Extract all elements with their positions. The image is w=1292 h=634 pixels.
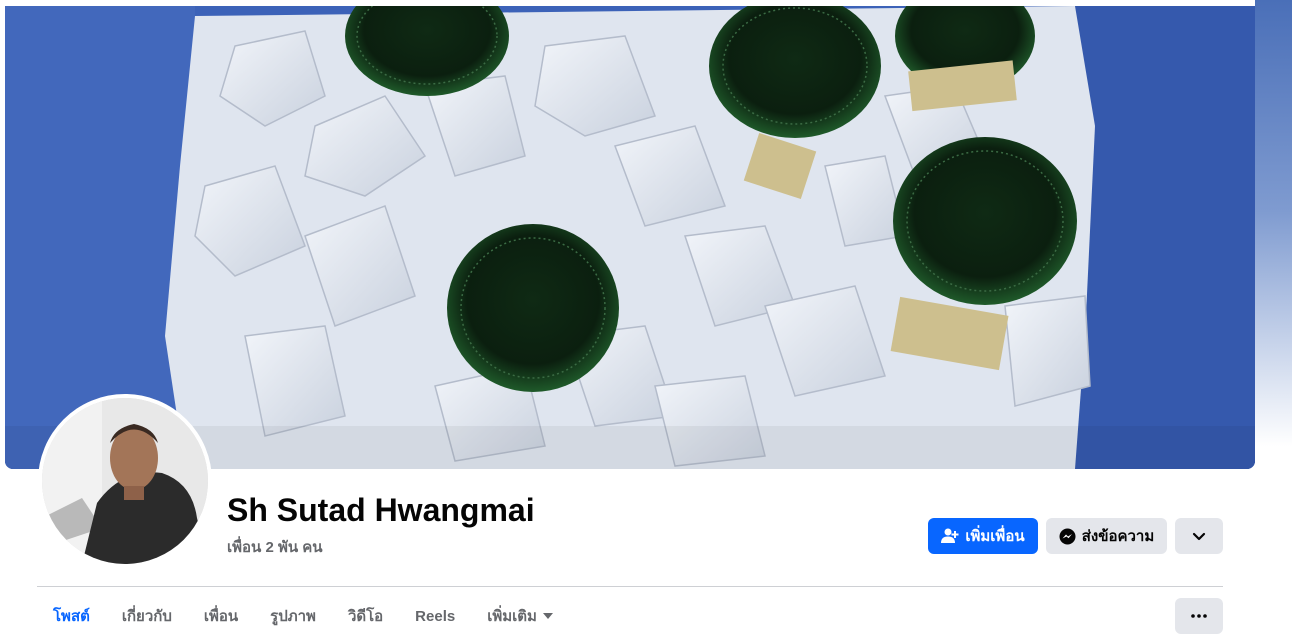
add-friend-label: เพิ่มเพื่อน	[965, 528, 1025, 545]
tab-posts[interactable]: โพสต์	[37, 598, 106, 634]
chevron-down-icon	[1192, 532, 1206, 541]
tab-videos[interactable]: วิดีโอ	[332, 598, 399, 634]
message-button[interactable]: ส่งข้อความ	[1046, 518, 1167, 554]
tab-friends[interactable]: เพื่อน	[188, 598, 254, 634]
profile-picture[interactable]	[42, 398, 208, 564]
tabs-more-options-button[interactable]	[1175, 598, 1223, 634]
caret-down-icon	[542, 613, 553, 619]
cover-photo[interactable]	[5, 6, 1255, 469]
profile-picture-frame[interactable]	[38, 394, 212, 568]
profile-tabs: โพสต์ เกี่ยวกับ เพื่อน รูปภาพ วิดีโอ Ree…	[37, 598, 569, 634]
tab-reels[interactable]: Reels	[399, 598, 471, 634]
add-friend-button[interactable]: เพิ่มเพื่อน	[928, 518, 1038, 554]
friends-count[interactable]: เพื่อน 2 พัน คน	[227, 535, 323, 559]
tab-more-label: เพิ่มเติม	[487, 608, 537, 625]
tab-more[interactable]: เพิ่มเติม	[471, 598, 569, 634]
messenger-icon	[1059, 528, 1076, 545]
ellipsis-icon	[1191, 614, 1207, 618]
tab-photos[interactable]: รูปภาพ	[254, 598, 332, 634]
message-label: ส่งข้อความ	[1081, 528, 1155, 545]
profile-actions-dropdown-button[interactable]	[1175, 518, 1223, 554]
profile-name: Sh Sutad Hwangmai	[227, 492, 535, 528]
page-edge-gradient	[1255, 0, 1292, 470]
person-plus-icon	[941, 528, 959, 544]
header-divider	[37, 586, 1223, 587]
tab-about[interactable]: เกี่ยวกับ	[106, 598, 188, 634]
